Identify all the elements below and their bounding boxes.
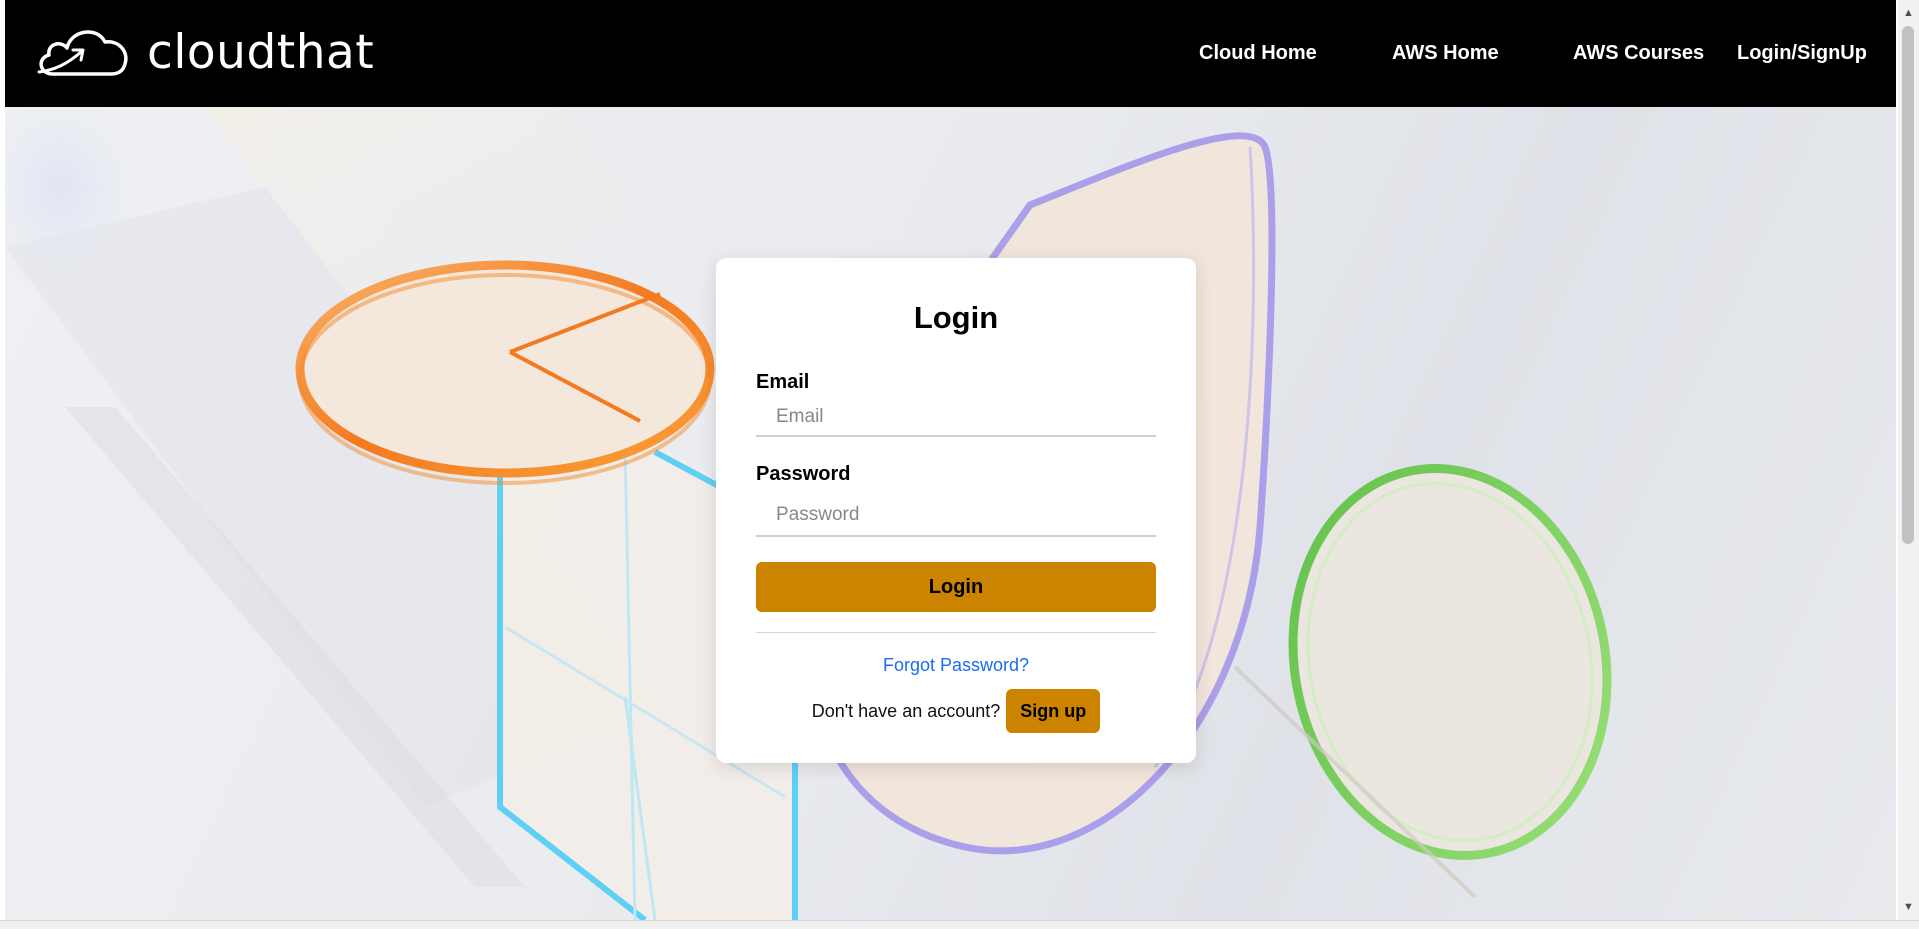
signup-button[interactable]: Sign up bbox=[1006, 689, 1101, 733]
email-field[interactable] bbox=[756, 399, 1156, 437]
nav-aws-courses[interactable]: AWS Courses bbox=[1573, 42, 1704, 65]
scroll-down-icon[interactable]: ▼ bbox=[1898, 898, 1919, 916]
nav-login-signup[interactable]: Login/SignUp bbox=[1737, 42, 1867, 65]
cloud-arrow-icon bbox=[37, 30, 128, 76]
scroll-up-icon[interactable]: ▲ bbox=[1898, 4, 1919, 22]
password-field[interactable] bbox=[756, 495, 1156, 537]
brand-logo[interactable]: cloudthat bbox=[33, 22, 374, 82]
vertical-scrollbar[interactable]: ▲ ▼ bbox=[1898, 0, 1919, 920]
password-label: Password bbox=[756, 463, 851, 485]
no-account-text: Don't have an account? bbox=[811, 700, 1001, 721]
brand-name: cloudthat bbox=[147, 24, 375, 80]
email-label: Email bbox=[756, 371, 810, 393]
page: cloudthat Cloud Home AWS Home AWS Course… bbox=[5, 0, 1896, 920]
nav-cloud-home[interactable]: Cloud Home bbox=[1199, 42, 1317, 65]
scrollbar-thumb[interactable] bbox=[1902, 26, 1914, 544]
divider bbox=[756, 632, 1156, 633]
login-card: Login Email Password Login Forgot Passwo… bbox=[716, 258, 1196, 763]
forgot-password-link[interactable]: Forgot Password? bbox=[716, 655, 1196, 676]
top-navbar: cloudthat Cloud Home AWS Home AWS Course… bbox=[5, 0, 1896, 107]
signup-row: Don't have an account? Sign up bbox=[716, 689, 1196, 733]
nav-aws-home[interactable]: AWS Home bbox=[1392, 42, 1499, 65]
login-button[interactable]: Login bbox=[756, 562, 1156, 612]
login-title: Login bbox=[913, 300, 999, 335]
horizontal-scroll-strip bbox=[0, 920, 1919, 929]
